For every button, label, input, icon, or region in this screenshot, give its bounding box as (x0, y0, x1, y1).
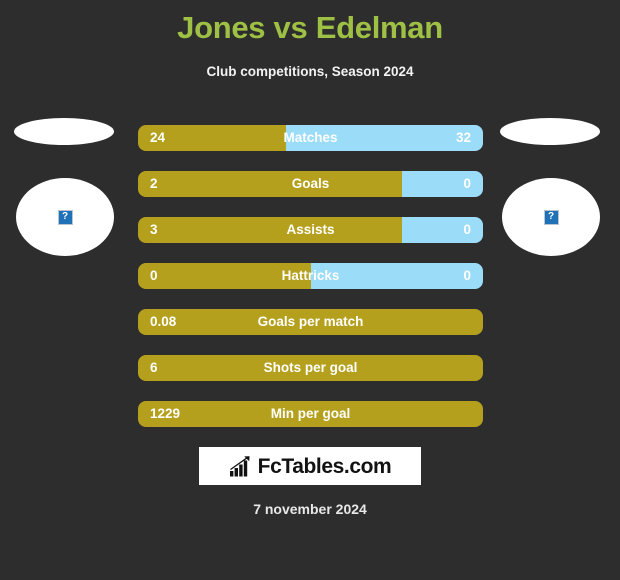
stat-bar-values: 00 (138, 263, 483, 289)
broken-image-icon: ? (543, 209, 559, 225)
avatar-photo-left: ? (16, 178, 114, 256)
stat-bar-values: 24 32 (138, 125, 483, 151)
stat-bar-row: 3 0 Assists (138, 217, 483, 243)
stat-value-away: 0 (463, 176, 471, 192)
stat-bar-row: 24 32 Matches (138, 125, 483, 151)
avatar-shadow-ellipse-left (14, 118, 114, 145)
stat-comparison-card: Jones vs Edelman Club competitions, Seas… (0, 0, 620, 580)
page-title: Jones vs Edelman (177, 10, 443, 45)
stat-bar-values: 6 (138, 355, 483, 381)
stat-value-home: 1229 (150, 406, 181, 422)
stat-bar-values: 0.08 (138, 309, 483, 335)
player-avatar-left: ? (14, 118, 120, 258)
stat-value-home: 24 (150, 130, 166, 146)
stat-value-away: 0 (463, 222, 471, 238)
stat-value-home: 6 (150, 360, 158, 376)
stat-bar-row: 6 Shots per goal (138, 355, 483, 381)
stat-value-home: 3 (150, 222, 158, 238)
broken-image-icon: ? (57, 209, 73, 225)
avatar-photo-right: ? (502, 178, 600, 256)
stat-value-home: 2 (150, 176, 158, 192)
stat-bar-row: 0 0 Hattricks (138, 263, 483, 289)
stat-bar-row: 2 0 Goals (138, 171, 483, 197)
stat-value-home: 0.08 (150, 314, 177, 330)
stat-bar-values: 20 (138, 171, 483, 197)
stat-value-away: 32 (455, 130, 471, 146)
page-subtitle: Club competitions, Season 2024 (206, 64, 414, 79)
stat-bar-values: 1229 (138, 401, 483, 427)
generated-date: 7 november 2024 (253, 501, 367, 517)
stat-value-home: 0 (150, 268, 158, 284)
stat-bar-row: 0.08 Goals per match (138, 309, 483, 335)
stat-bar-row: 1229 Min per goal (138, 401, 483, 427)
avatar-shadow-ellipse-right (500, 118, 600, 145)
bar-chart-growth-icon (229, 455, 250, 476)
fctables-logo[interactable]: FcTables.com (199, 447, 421, 485)
player-avatar-right: ? (500, 118, 606, 258)
stat-bar-values: 30 (138, 217, 483, 243)
stat-bar-list: 24 32 Matches 2 0 Goals 3 0 Assists 0 0 Hattricks 0.… (138, 125, 483, 447)
stat-value-away: 0 (463, 268, 471, 284)
fctables-logo-text: FcTables.com (257, 454, 392, 478)
